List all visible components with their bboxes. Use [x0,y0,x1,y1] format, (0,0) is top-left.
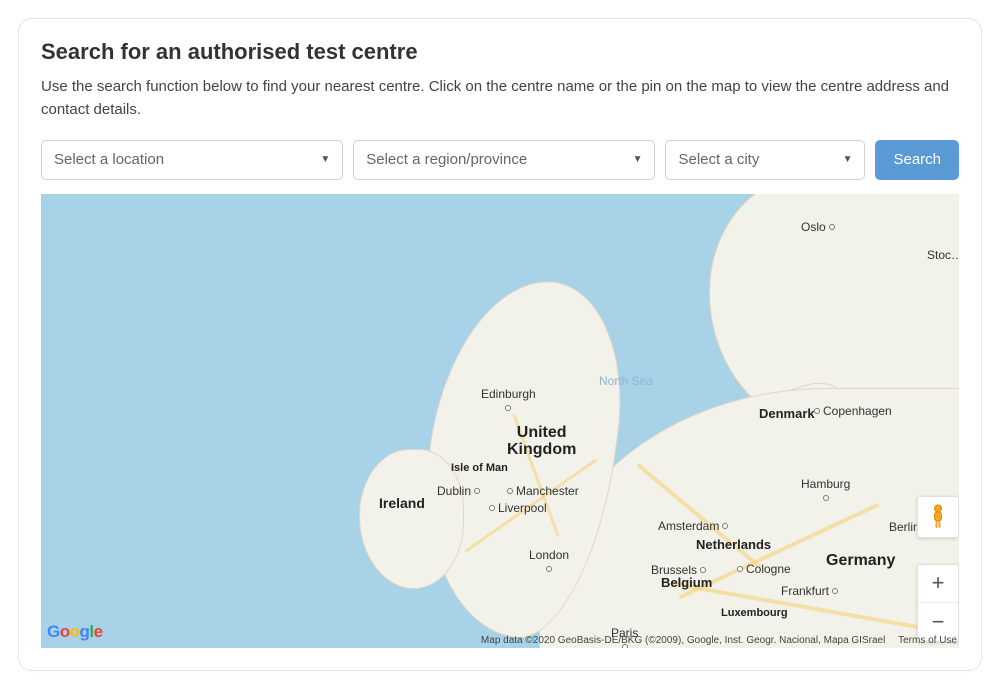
zoom-control: + − [917,564,959,642]
pegman-icon [928,504,948,530]
filter-row: Select a location ▼ Select a region/prov… [41,140,959,180]
region-select-placeholder: Select a region/province [366,151,527,168]
search-card: Search for an authorised test centre Use… [18,18,982,671]
city-select[interactable]: Select a city ▼ [665,140,865,180]
region-select[interactable]: Select a region/province ▼ [353,140,655,180]
chevron-down-icon: ▼ [320,153,330,164]
landmass [359,449,464,589]
pegman-control[interactable] [917,496,959,538]
terms-link[interactable]: Terms of Use [898,635,957,646]
page-subtitle: Use the search function below to find yo… [41,75,959,122]
location-select-placeholder: Select a location [54,151,164,168]
attribution-text: Map data ©2020 GeoBasis-DE/BKG (©2009), … [481,635,885,646]
chevron-down-icon: ▼ [843,153,853,164]
page-title: Search for an authorised test centre [41,39,959,65]
search-button[interactable]: Search [875,140,959,180]
city-select-placeholder: Select a city [678,151,759,168]
map-attribution: Map data ©2020 GeoBasis-DE/BKG (©2009), … [481,635,957,646]
map-canvas[interactable]: North Sea United Kingdom Ireland Isle of… [41,194,959,648]
google-logo: Google [47,622,103,642]
zoom-in-button[interactable]: + [918,565,958,603]
location-select[interactable]: Select a location ▼ [41,140,343,180]
chevron-down-icon: ▼ [633,153,643,164]
sea-label-north-sea: North Sea [599,374,653,388]
map-container: North Sea United Kingdom Ireland Isle of… [41,194,959,648]
